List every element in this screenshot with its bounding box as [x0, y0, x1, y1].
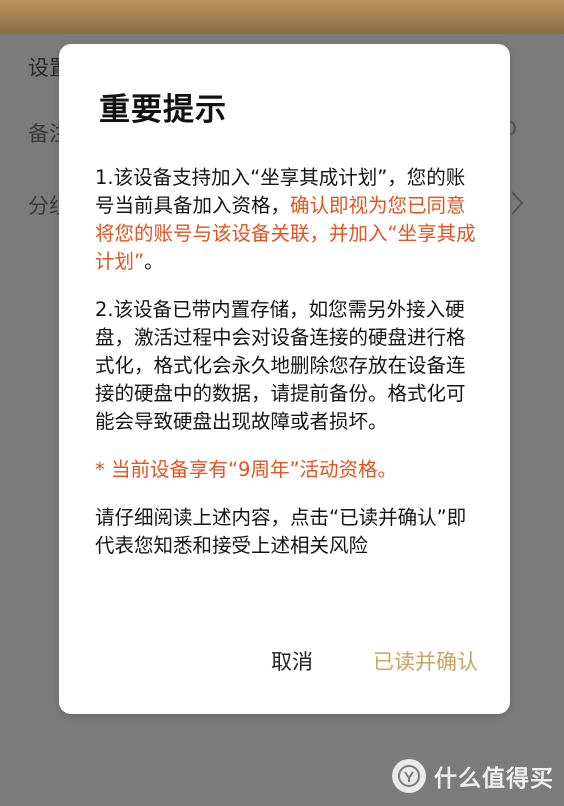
important-notice-dialog: 重要提示 1.该设备支持加入“坐享其成计划”，您的账号当前具备加入资格，确认即视…: [59, 44, 510, 714]
smzdm-watermark: 什么值得买: [392, 758, 554, 794]
top-banner: [0, 0, 564, 34]
zhi-logo-glyph-icon: [398, 765, 420, 787]
smzdm-logo-icon: [392, 759, 426, 793]
dialog-body: 1.该设备支持加入“坐享其成计划”，您的账号当前具备加入资格，确认即视为您已同意…: [95, 164, 483, 560]
dialog-title: 重要提示: [99, 92, 227, 128]
paragraph-text: 。: [144, 250, 164, 273]
paragraph-read-confirm: 请仔细阅读上述内容，点击“已读并确认”即代表您知悉和接受上述相关风险: [95, 506, 467, 557]
dialog-actions: 取消 已读并确认: [59, 646, 510, 686]
read-and-confirm-button[interactable]: 已读并确认: [373, 646, 478, 676]
anniversary-note: * 当前设备享有“9周年”活动资格。: [95, 458, 398, 481]
watermark-text: 什么值得买: [434, 766, 554, 792]
cancel-button[interactable]: 取消: [271, 646, 313, 676]
paragraph-plan-eligibility: 1.该设备支持加入“坐享其成计划”，您的账号当前具备加入资格，确认即视为您已同意…: [95, 164, 483, 276]
paragraph-storage-warning: 2.该设备已带内置存储，如您需另外接入硬盘，激活过程中会对设备连接的硬盘进行格式…: [95, 298, 466, 433]
